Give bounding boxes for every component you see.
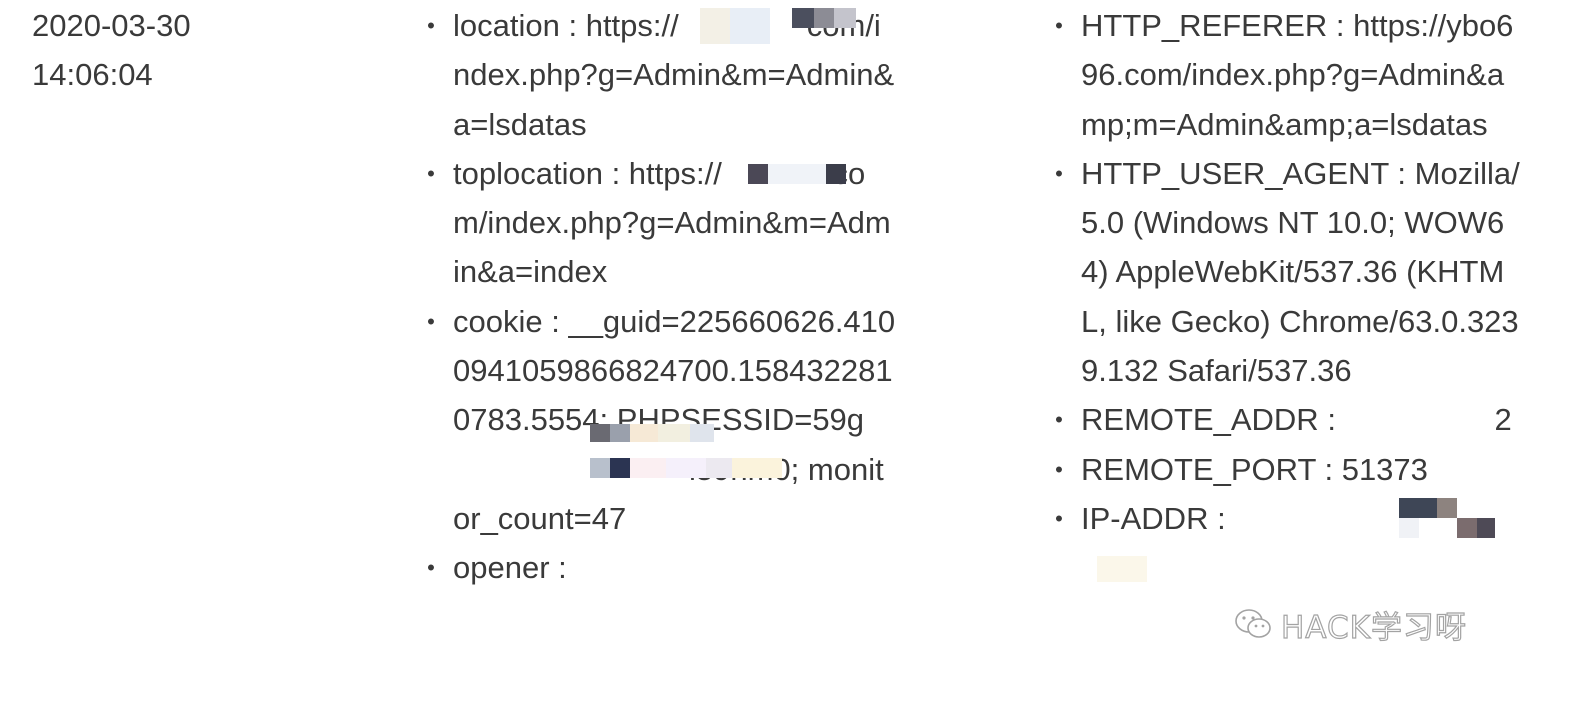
field-separator: :	[1388, 155, 1415, 191]
list-item-cookie: • cookie : __guid=225660626.410094105986…	[427, 297, 896, 543]
field-separator: :	[549, 550, 567, 586]
field-separator: :	[1208, 500, 1226, 536]
field-separator: :	[602, 155, 629, 191]
watermark-text: HACK学习呀	[1280, 609, 1467, 646]
redaction-mosaic	[1097, 556, 1147, 582]
log-timestamp: 2020-03-30 14:06:04	[32, 0, 252, 100]
list-item-remote-addr: • REMOTE_ADDR : 2	[1055, 395, 1529, 444]
field-key: IP-ADDR	[1081, 500, 1209, 536]
field-key: REMOTE_PORT	[1081, 451, 1316, 487]
watermark: HACK学习呀	[1233, 602, 1467, 646]
redaction-mosaic	[700, 8, 856, 44]
log-time: 14:06:04	[32, 57, 153, 93]
field-separator: :	[1318, 402, 1345, 438]
bullet-icon: •	[427, 160, 435, 186]
field-separator: :	[559, 8, 586, 43]
field-separator: :	[1315, 451, 1342, 487]
bullet-icon: •	[427, 308, 435, 334]
list-item-http-user-agent: • HTTP_USER_AGENT : Mozilla/5.0 (Windows…	[1055, 149, 1529, 395]
field-key: cookie	[453, 303, 543, 339]
field-key: REMOTE_ADDR	[1081, 402, 1319, 438]
log-date: 2020-03-30	[32, 8, 191, 43]
request-fields-list: • location : https://co​m/index.php?g=Ad…	[427, 1, 896, 593]
field-value-tail: 2	[1494, 402, 1512, 438]
redaction-mosaic	[1399, 498, 1457, 518]
field-key: location	[453, 8, 560, 43]
field-key: opener	[453, 550, 550, 586]
field-key: HTTP_REFERER	[1081, 8, 1328, 43]
server-fields-list: • HTTP_REFERER : https://ybo696.com/inde…	[1055, 1, 1529, 543]
field-value: https://	[628, 155, 722, 191]
bullet-icon: •	[1055, 13, 1063, 38]
list-item-opener: • opener :	[427, 543, 896, 592]
redaction-mosaic	[748, 164, 846, 184]
field-value: 51373	[1341, 451, 1428, 487]
field-key: HTTP_USER_AGENT	[1081, 155, 1389, 191]
bullet-icon: •	[1055, 160, 1063, 186]
bullet-icon: •	[1055, 456, 1063, 482]
field-value: https://	[585, 8, 679, 43]
list-item-http-referer: • HTTP_REFERER : https://ybo696.com/inde…	[1055, 1, 1529, 149]
bullet-icon: •	[1055, 505, 1063, 531]
field-separator: :	[1327, 8, 1354, 43]
bullet-icon: •	[427, 555, 435, 581]
redaction-mosaic	[590, 458, 782, 478]
field-separator: :	[542, 303, 569, 339]
field-key: toplocation	[453, 155, 603, 191]
list-item-remote-port: • REMOTE_PORT : 51373	[1055, 445, 1529, 494]
redaction-mosaic	[1399, 518, 1495, 538]
bullet-icon: •	[1055, 407, 1063, 433]
bullet-icon: •	[427, 13, 435, 38]
wechat-logo-icon	[1233, 604, 1273, 644]
redaction-mosaic	[590, 424, 714, 442]
